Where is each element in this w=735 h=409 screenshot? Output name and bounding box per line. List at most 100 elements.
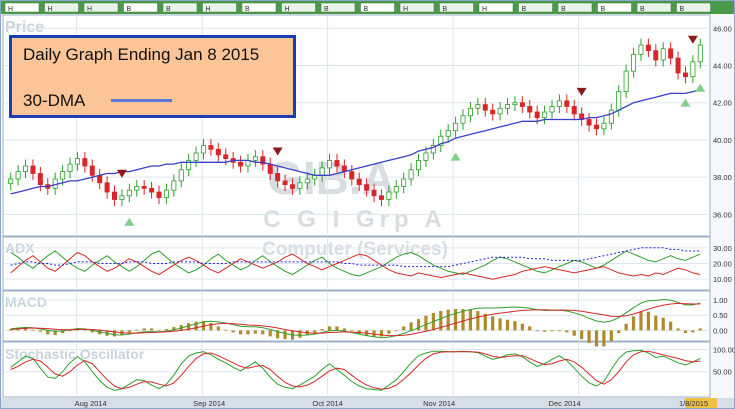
candle-body bbox=[453, 122, 459, 132]
macd-histogram-bar bbox=[224, 329, 228, 331]
macd-histogram-bar bbox=[565, 330, 569, 333]
macd-histogram-bar bbox=[327, 326, 332, 331]
candle-body bbox=[571, 106, 577, 115]
macd-histogram-bar bbox=[624, 323, 628, 331]
candle-body bbox=[297, 182, 303, 189]
candle-body bbox=[193, 152, 199, 161]
candle-body bbox=[215, 148, 221, 156]
y-tick-label: 100.00 bbox=[713, 345, 734, 354]
candle-body bbox=[482, 104, 488, 111]
macd-histogram-bar bbox=[580, 330, 584, 340]
candle-body bbox=[505, 104, 511, 109]
macd-histogram-bar bbox=[639, 311, 643, 331]
candle-body bbox=[549, 106, 555, 113]
macd-histogram-bar bbox=[416, 319, 421, 331]
macd-histogram-bar bbox=[283, 330, 287, 340]
candle-body bbox=[697, 44, 703, 63]
y-tick-label: 0.00 bbox=[713, 326, 728, 335]
candle-body bbox=[275, 173, 281, 182]
candle-body bbox=[490, 109, 496, 115]
macd-histogram-bar bbox=[461, 309, 465, 331]
candle-body bbox=[163, 189, 169, 199]
candle-body bbox=[141, 186, 147, 189]
y-tick-label: 42.00 bbox=[713, 99, 732, 108]
candle-body bbox=[126, 189, 132, 197]
candle-body bbox=[608, 109, 614, 124]
candle-body bbox=[423, 152, 429, 161]
signal-marker-label: B bbox=[443, 6, 448, 13]
legend-title: Daily Graph Ending Jan 8 2015 bbox=[23, 45, 260, 64]
macd-histogram-bar bbox=[164, 329, 169, 331]
signal-marker-label: H bbox=[285, 6, 290, 13]
candle-body bbox=[475, 104, 481, 109]
candle-body bbox=[631, 53, 637, 72]
macd-histogram-bar bbox=[68, 330, 72, 332]
signal-marker-label: H bbox=[87, 6, 92, 13]
legend-ma-label: 30-DMA bbox=[23, 91, 86, 110]
macd-histogram-bar bbox=[394, 330, 398, 332]
macd-histogram-bar bbox=[246, 330, 250, 335]
macd-histogram-bar bbox=[669, 321, 673, 331]
x-tick-label: Nov 2014 bbox=[423, 399, 455, 408]
candle-body bbox=[289, 184, 295, 189]
candle-body bbox=[386, 191, 392, 200]
candle-body bbox=[586, 119, 592, 126]
candle-body bbox=[149, 187, 155, 193]
macd-histogram-bar bbox=[454, 309, 458, 331]
x-tick-label: Sep 2014 bbox=[193, 399, 225, 408]
macd-histogram-bar bbox=[498, 318, 502, 331]
candle-body bbox=[349, 171, 355, 180]
signal-marker-label: H bbox=[482, 6, 487, 13]
signal-marker-label: B bbox=[522, 6, 527, 13]
macd-histogram-bar bbox=[127, 330, 131, 333]
macd-histogram-bar bbox=[335, 326, 339, 331]
y-tick-label: 50.00 bbox=[713, 368, 732, 377]
macd-histogram-bar bbox=[550, 330, 554, 332]
candle-body bbox=[8, 178, 14, 185]
watermark-symbol: GIB.A bbox=[267, 152, 395, 204]
candle-body bbox=[327, 160, 333, 169]
candle-body bbox=[112, 191, 118, 200]
y-tick-label: 20.00 bbox=[713, 260, 732, 269]
signal-marker-label: H bbox=[48, 6, 53, 13]
candle-body bbox=[89, 165, 95, 176]
candle-body bbox=[156, 191, 162, 199]
macd-histogram-bar bbox=[476, 311, 480, 331]
price-panel-title: Price bbox=[5, 19, 44, 36]
macd-histogram-bar bbox=[691, 330, 695, 333]
macd-histogram-bar bbox=[587, 330, 591, 344]
candle-body bbox=[208, 145, 214, 150]
candle-body bbox=[304, 178, 310, 184]
candle-body bbox=[497, 107, 503, 115]
macd-histogram-bar bbox=[646, 311, 650, 331]
signal-marker-label: B bbox=[166, 6, 171, 13]
candle-body bbox=[97, 174, 103, 184]
macd-histogram-bar bbox=[654, 315, 658, 331]
macd-histogram-bar bbox=[238, 330, 243, 335]
signal-marker-label: B bbox=[680, 6, 685, 13]
candle-body bbox=[527, 106, 533, 113]
macd-histogram-bar bbox=[513, 321, 517, 331]
macd-histogram-bar bbox=[535, 330, 539, 332]
candle-body bbox=[364, 184, 370, 191]
macd-histogram-bar bbox=[38, 330, 42, 332]
candle-body bbox=[534, 111, 540, 119]
macd-histogram-bar bbox=[149, 328, 154, 331]
candle-body bbox=[356, 178, 362, 186]
candle-body bbox=[104, 182, 110, 193]
macd-histogram-bar bbox=[683, 330, 688, 334]
x-tick-label: Oct 2014 bbox=[312, 399, 342, 408]
candle-body bbox=[74, 158, 80, 165]
macd-histogram-bar bbox=[157, 329, 161, 331]
macd-histogram-bar bbox=[350, 330, 354, 332]
macd-histogram-bar bbox=[342, 328, 346, 331]
macd-histogram-bar bbox=[31, 329, 35, 331]
candle-body bbox=[593, 124, 599, 130]
stock-chart-window: HHHBBHBHBBHBHBBBBB GIB.A C G I Grp A Com… bbox=[0, 0, 735, 409]
candle-body bbox=[416, 160, 422, 171]
candle-body bbox=[371, 189, 377, 197]
candle-body bbox=[401, 178, 407, 187]
candle-body bbox=[37, 173, 43, 186]
macd-histogram-bar bbox=[676, 328, 680, 331]
watermark-name: C G I Grp A bbox=[263, 206, 446, 233]
